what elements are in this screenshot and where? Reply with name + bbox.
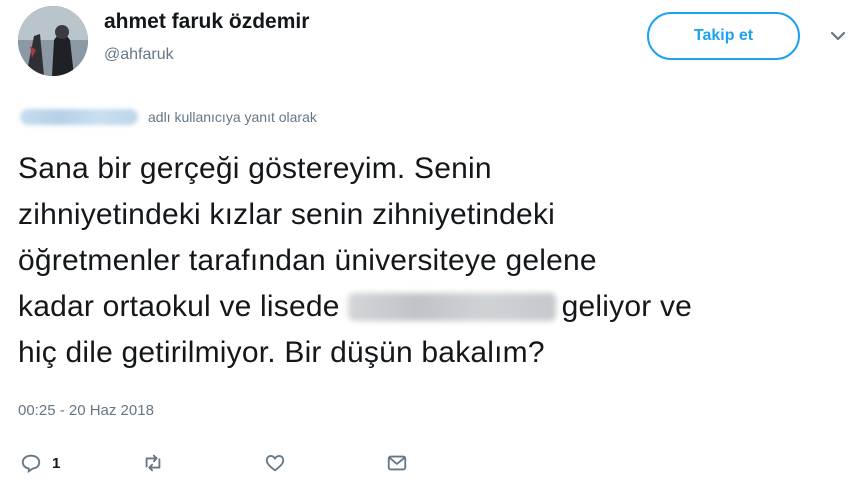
user-handle[interactable]: @ahfaruk [104, 46, 174, 64]
tweet-line-part: kadar ortaokul ve lisede [18, 290, 340, 323]
like-button[interactable] [264, 452, 286, 474]
follow-button[interactable]: Takip et [647, 12, 800, 60]
reply-context-label: adlı kullanıcıya yanıt olarak [148, 109, 317, 125]
retweet-icon [145, 454, 161, 472]
reply-count: 1 [52, 454, 61, 472]
tweet-line: zihniyetindeki kızlar senin zihniyetinde… [18, 198, 556, 231]
redacted-mention [20, 109, 138, 125]
tweet-line: Sana bir gerçeği göstereyim. Senin [18, 152, 492, 185]
tweet-line: kadar ortaokul ve lisede geliyor ve [18, 284, 848, 330]
reply-context: adlı kullanıcıya yanıt olarak [20, 106, 317, 128]
redacted-word [347, 293, 556, 321]
reply-button[interactable]: 1 [20, 452, 60, 474]
tweet-line: hiç dile getirilmiyor. Bir düşün bakalım… [18, 336, 545, 369]
like-icon [265, 455, 285, 472]
profile-photo-icon [18, 6, 88, 76]
display-name[interactable]: ahmet faruk özdemir [104, 10, 309, 34]
chevron-down-icon[interactable] [828, 28, 848, 44]
message-icon [387, 455, 407, 471]
retweet-button[interactable] [142, 452, 164, 474]
reply-icon [21, 454, 41, 473]
tweet-line: öğretmenler tarafından üniversiteye gele… [18, 244, 597, 277]
timestamp[interactable]: 00:25 - 20 Haz 2018 [18, 402, 154, 419]
message-button[interactable] [386, 452, 408, 474]
tweet-line-part: geliyor ve [561, 290, 693, 323]
avatar[interactable] [18, 6, 88, 76]
action-bar: 1 [18, 448, 838, 478]
tweet-text: Sana bir gerçeği göstereyim. Senin zihni… [18, 146, 848, 376]
